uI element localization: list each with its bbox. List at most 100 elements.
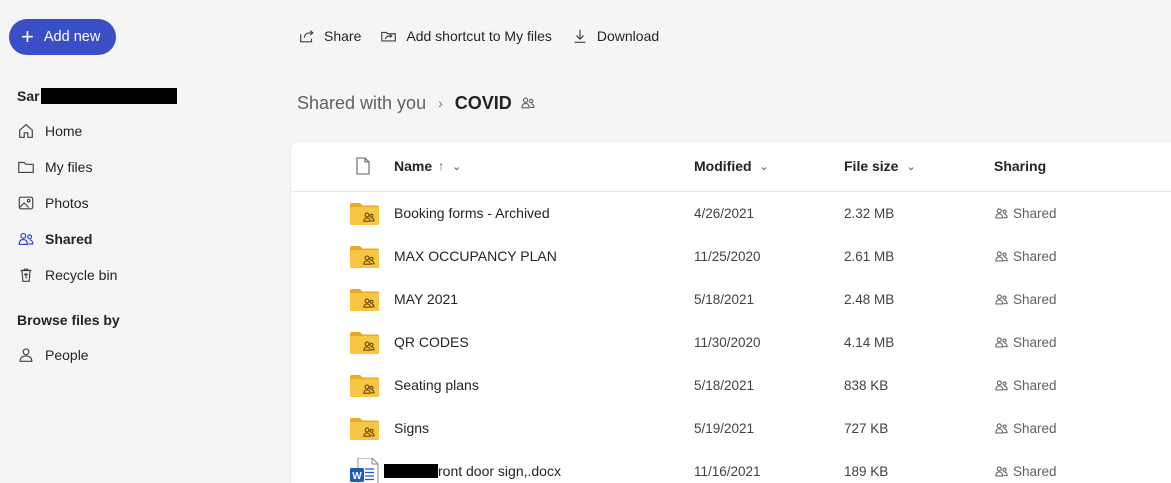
chevron-down-icon: ⌄ (759, 160, 769, 173)
account-name-text: Sar (17, 88, 40, 104)
file-name-text: MAY 2021 (394, 291, 459, 307)
sidebar: + Add new Sar Home My files Photos Share… (0, 0, 270, 483)
sharing-status-label: Shared (1013, 421, 1057, 436)
add-shortcut-button[interactable]: Add shortcut to My files (380, 27, 552, 45)
people-icon (18, 232, 34, 246)
nav-recycle-bin-label: Recycle bin (45, 267, 118, 283)
shared-people-icon (521, 97, 535, 109)
download-button[interactable]: Download (571, 27, 659, 45)
word-document-icon: W (350, 457, 379, 483)
folder-icon (18, 161, 34, 173)
nav-people[interactable]: People (17, 343, 89, 367)
table-row[interactable]: Booking forms - Archived 4/26/2021 2.32 MB… (291, 194, 1171, 237)
chevron-right-icon: › (438, 95, 443, 111)
file-name[interactable]: MAX OCCUPANCY PLAN (394, 248, 557, 264)
shared-folder-icon (350, 418, 379, 440)
shared-people-icon (995, 251, 1008, 262)
file-name[interactable]: QR CODES (394, 334, 469, 350)
table-row[interactable]: MAY 2021 5/18/2021 2.48 MB Shared (291, 280, 1171, 323)
sharing-status[interactable]: Shared (994, 206, 1057, 221)
file-size: 2.61 MB (844, 249, 895, 264)
shared-folder-icon (350, 289, 379, 311)
table-row[interactable]: Seating plans 5/18/2021 838 KB Shared (291, 366, 1171, 409)
shared-folder-icon (350, 289, 379, 311)
add-new-button[interactable]: + Add new (9, 19, 116, 55)
redaction-bar (40, 88, 177, 104)
shared-folder-icon (350, 203, 379, 225)
breadcrumb-parent[interactable]: Shared with you (297, 93, 426, 114)
file-name[interactable]: Signs (394, 420, 429, 436)
nav-home[interactable]: Home (17, 119, 82, 143)
shared-folder-icon (350, 375, 379, 397)
file-name-text: Seating plans (394, 377, 479, 393)
svg-text:W: W (352, 471, 362, 482)
column-header-sharing[interactable]: Sharing (994, 158, 1046, 174)
shared-folder-icon (350, 246, 379, 268)
shared-folder-icon (350, 332, 379, 354)
file-name-text: Booking forms - Archived (394, 205, 550, 221)
table-row[interactable]: Signs 5/19/2021 727 KB Shared (291, 409, 1171, 452)
nav-home-label: Home (45, 123, 83, 139)
nav-my-files[interactable]: My files (17, 155, 92, 179)
sharing-status-label: Shared (1013, 292, 1057, 307)
table-row[interactable]: W ront door sign,.docx 11/16/2021 189 KB Sh… (291, 452, 1171, 483)
chevron-down-icon: ⌄ (906, 160, 916, 173)
breadcrumb: Shared with you › COVID (297, 90, 536, 116)
browse-files-heading: Browse files by (17, 312, 120, 328)
file-name[interactable]: ront door sign,.docx (384, 463, 561, 479)
file-name[interactable]: Seating plans (394, 377, 479, 393)
file-size: 2.48 MB (844, 292, 895, 307)
file-size: 189 KB (844, 464, 889, 479)
modified-date: 11/25/2020 (694, 249, 761, 264)
sort-ascending-icon: ↑ (438, 159, 445, 173)
file-name[interactable]: MAY 2021 (394, 291, 458, 307)
nav-recycle-bin[interactable]: Recycle bin (17, 263, 117, 287)
modified-date: 4/26/2021 (694, 206, 755, 221)
column-modified-label: Modified (694, 158, 752, 174)
add-shortcut-label: Add shortcut to My files (406, 28, 552, 44)
file-type-icon[interactable] (355, 157, 371, 175)
modified-date: 11/30/2020 (694, 335, 761, 350)
shared-people-icon (995, 337, 1008, 348)
shared-people-icon (995, 294, 1008, 305)
add-new-label: Add new (43, 29, 101, 45)
shared-folder-icon (350, 332, 379, 354)
add-shortcut-icon (381, 31, 397, 42)
file-name-text: MAX OCCUPANCY PLAN (394, 248, 557, 264)
shared-folder-icon (350, 375, 379, 397)
photos-icon (18, 196, 34, 210)
share-label: Share (324, 28, 362, 44)
table-row[interactable]: MAX OCCUPANCY PLAN 11/25/2020 2.61 MB Share… (291, 237, 1171, 280)
column-name-label: Name (394, 158, 433, 174)
nav-photos[interactable]: Photos (17, 191, 89, 215)
column-header-modified[interactable]: Modified ⌄ (694, 158, 769, 174)
nav-shared[interactable]: Shared (17, 227, 92, 251)
table-header: Name ↑ ⌄ Modified ⌄ File size ⌄ Sharing (291, 142, 1171, 192)
sharing-status[interactable]: Shared (994, 292, 1057, 307)
modified-date: 5/19/2021 (694, 421, 755, 436)
shared-people-icon (995, 466, 1008, 477)
sharing-status[interactable]: Shared (994, 421, 1057, 436)
nav-my-files-label: My files (45, 159, 93, 175)
column-header-size[interactable]: File size ⌄ (844, 158, 916, 174)
sharing-status[interactable]: Shared (994, 249, 1057, 264)
modified-date: 11/16/2021 (694, 464, 761, 479)
column-sharing-label: Sharing (994, 158, 1047, 174)
file-name[interactable]: Booking forms - Archived (394, 205, 550, 221)
shared-people-icon (995, 423, 1008, 434)
breadcrumb-current: COVID (454, 92, 512, 113)
sharing-status[interactable]: Shared (994, 378, 1057, 393)
table-row[interactable]: QR CODES 11/30/2020 4.14 MB Shared (291, 323, 1171, 366)
account-name: Sar (17, 88, 177, 104)
file-size: 727 KB (844, 421, 889, 436)
sharing-status-label: Shared (1013, 335, 1057, 350)
file-name-text: ront door sign,.docx (438, 463, 561, 479)
shared-people-icon (995, 208, 1008, 219)
share-button[interactable]: Share (298, 27, 361, 45)
sharing-status[interactable]: Shared (994, 335, 1057, 350)
column-header-name[interactable]: Name ↑ ⌄ (394, 158, 461, 174)
person-icon (19, 348, 33, 362)
home-icon (19, 123, 33, 138)
nav-photos-label: Photos (45, 195, 89, 211)
sharing-status[interactable]: Shared (994, 464, 1057, 479)
